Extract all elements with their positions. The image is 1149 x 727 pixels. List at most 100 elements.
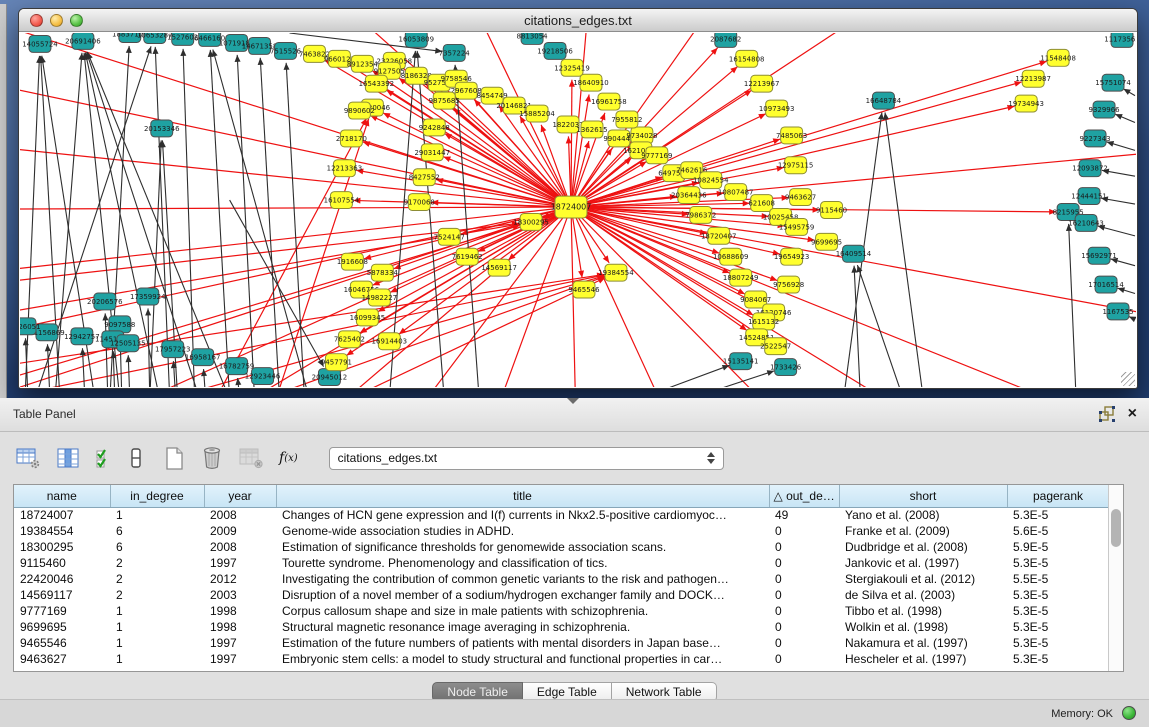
table-cell[interactable]: 1	[110, 507, 204, 523]
table-cell[interactable]: Corpus callosum shape and size in male p…	[276, 603, 769, 619]
table-cell[interactable]: Disruption of a novel member of a sodium…	[276, 587, 769, 603]
graph-node[interactable]: 7485063	[776, 127, 807, 144]
table-cell[interactable]: 2012	[204, 571, 276, 587]
window-resize-grip[interactable]	[1121, 372, 1135, 386]
table-cell[interactable]: Embryonic stem cells: a model to study s…	[276, 651, 769, 667]
table-cell[interactable]: 5.5E-5	[1007, 571, 1109, 587]
table-cell[interactable]: Structural magnetic resonance image aver…	[276, 619, 769, 635]
graph-node[interactable]: 16961758	[591, 93, 627, 110]
graph-node[interactable]: 12093872	[1072, 160, 1108, 177]
table-cell[interactable]: 1998	[204, 603, 276, 619]
table-cell[interactable]: 2	[110, 587, 204, 603]
table-cell[interactable]: 1	[110, 603, 204, 619]
graph-node[interactable]: 9734028	[626, 127, 657, 144]
graph-node[interactable]: 16154808	[729, 50, 765, 67]
graph-node[interactable]: 9170068	[404, 194, 435, 211]
splitpane-left-strip[interactable]	[0, 4, 7, 398]
graph-node[interactable]: 18724007	[551, 196, 592, 218]
graph-node[interactable]: 2522547	[760, 338, 791, 355]
table-cell[interactable]: 0	[769, 571, 839, 587]
graph-node[interactable]: 10688609	[713, 248, 749, 265]
graph-node[interactable]: 9457791	[321, 354, 352, 371]
graph-node[interactable]: 12444151	[1071, 188, 1107, 205]
graph-node[interactable]: 9329966	[1089, 101, 1120, 118]
table-cell[interactable]: 1	[110, 619, 204, 635]
row-height-icon[interactable]	[130, 447, 142, 470]
table-cell[interactable]: Changes of HCN gene expression and I(f) …	[276, 507, 769, 523]
table-cell[interactable]: 1997	[204, 635, 276, 651]
table-row[interactable]: 1938455462009Genome-wide association stu…	[14, 523, 1109, 539]
graph-node[interactable]: 18720407	[701, 227, 737, 244]
table-cell[interactable]: 0	[769, 539, 839, 555]
table-cell[interactable]: 2003	[204, 587, 276, 603]
table-cell[interactable]: Nakamura et al. (1997)	[839, 635, 1007, 651]
table-row[interactable]: 946554611997Estimation of the future num…	[14, 635, 1109, 651]
table-cell[interactable]: 49	[769, 507, 839, 523]
table-cell[interactable]: 2008	[204, 539, 276, 555]
table-cell[interactable]: 2009	[204, 523, 276, 539]
table-cell[interactable]: 9465546	[14, 635, 110, 651]
graph-node[interactable]: 5878334	[367, 264, 399, 281]
select-all-icon[interactable]	[95, 447, 115, 470]
close-panel-icon[interactable]: ×	[1128, 405, 1137, 423]
table-cell[interactable]: 0	[769, 603, 839, 619]
table-row[interactable]: 1830029562008Estimation of significance …	[14, 539, 1109, 555]
table-selector-dropdown[interactable]: citations_edges.txt	[329, 447, 724, 470]
graph-node[interactable]: 1733426	[770, 359, 801, 376]
graph-node[interactable]: 8427552	[409, 169, 440, 186]
table-cell[interactable]: 0	[769, 651, 839, 667]
graph-node[interactable]: 7515526	[270, 42, 301, 59]
graph-node[interactable]: 7524147	[434, 228, 465, 245]
table-cell[interactable]: 18724007	[14, 507, 110, 523]
column-header-1[interactable]: in_degree	[110, 485, 204, 507]
table-cell[interactable]: Investigating the contribution of common…	[276, 571, 769, 587]
graph-node[interactable]: 1167535	[1102, 303, 1133, 320]
table-cell[interactable]: Estimation of significance thresholds fo…	[276, 539, 769, 555]
graph-node[interactable]: 9115460	[816, 202, 847, 219]
graph-node[interactable]: 9227343	[1080, 130, 1111, 147]
graph-node[interactable]: 15751074	[1095, 74, 1131, 91]
table-cell[interactable]: Dudbridge et al. (2008)	[839, 539, 1007, 555]
table-row[interactable]: 911546021997Tourette syndrome. Phenomeno…	[14, 555, 1109, 571]
float-panel-icon[interactable]	[1098, 405, 1116, 423]
graph-node[interactable]: 12325419	[554, 59, 590, 76]
table-cell[interactable]: 19384554	[14, 523, 110, 539]
table-settings-icon[interactable]	[16, 447, 41, 470]
network-window-titlebar[interactable]: citations_edges.txt	[19, 9, 1137, 32]
table-cell[interactable]: 1997	[204, 651, 276, 667]
graph-node[interactable]: 20206576	[87, 293, 123, 310]
table-cell[interactable]: 1	[110, 635, 204, 651]
memory-status-indicator[interactable]	[1122, 706, 1136, 720]
graph-node[interactable]: 19654923	[774, 248, 810, 265]
graph-node[interactable]: 9242848	[419, 119, 450, 136]
table-row[interactable]: 946362711997Embryonic stem cells: a mode…	[14, 651, 1109, 667]
table-cell[interactable]: 5.3E-5	[1007, 603, 1109, 619]
table-cell[interactable]: 5.9E-5	[1007, 539, 1109, 555]
table-cell[interactable]: Tourette syndrome. Phenomenology and cla…	[276, 555, 769, 571]
table-cell[interactable]: 5.3E-5	[1007, 555, 1109, 571]
table-cell[interactable]: 0	[769, 619, 839, 635]
graph-node[interactable]: 2718170	[336, 130, 367, 147]
table-row[interactable]: 1872400712008Changes of HCN gene express…	[14, 507, 1109, 523]
table-cell[interactable]: 0	[769, 635, 839, 651]
table-cell[interactable]: Wolkin et al. (1998)	[839, 619, 1007, 635]
table-cell[interactable]: Genome-wide association studies in ADHD.	[276, 523, 769, 539]
graph-node[interactable]: 8813054	[517, 33, 549, 44]
table-cell[interactable]: 6	[110, 523, 204, 539]
graph-node[interactable]: 14569117	[481, 259, 517, 276]
table-cell[interactable]: 5.3E-5	[1007, 635, 1109, 651]
network-canvas[interactable]: 1405572420691406188371041065328715276026…	[20, 33, 1136, 387]
table-cell[interactable]: 2	[110, 555, 204, 571]
table-cell[interactable]: 0	[769, 587, 839, 603]
graph-node[interactable]: 10807487	[718, 184, 754, 201]
graph-node[interactable]: 12213363	[327, 160, 363, 177]
graph-node[interactable]: 7955812	[611, 111, 642, 128]
panel-collapse-handle[interactable]	[567, 398, 579, 404]
table-cell[interactable]: 1998	[204, 619, 276, 635]
graph-node[interactable]: 16409514	[836, 245, 872, 262]
table-cell[interactable]: 9115460	[14, 555, 110, 571]
graph-node[interactable]: 9465546	[568, 281, 599, 298]
table-cell[interactable]: de Silva et al. (2003)	[839, 587, 1007, 603]
column-header-3[interactable]: title	[276, 485, 769, 507]
delete-table-icon[interactable]	[200, 445, 224, 471]
